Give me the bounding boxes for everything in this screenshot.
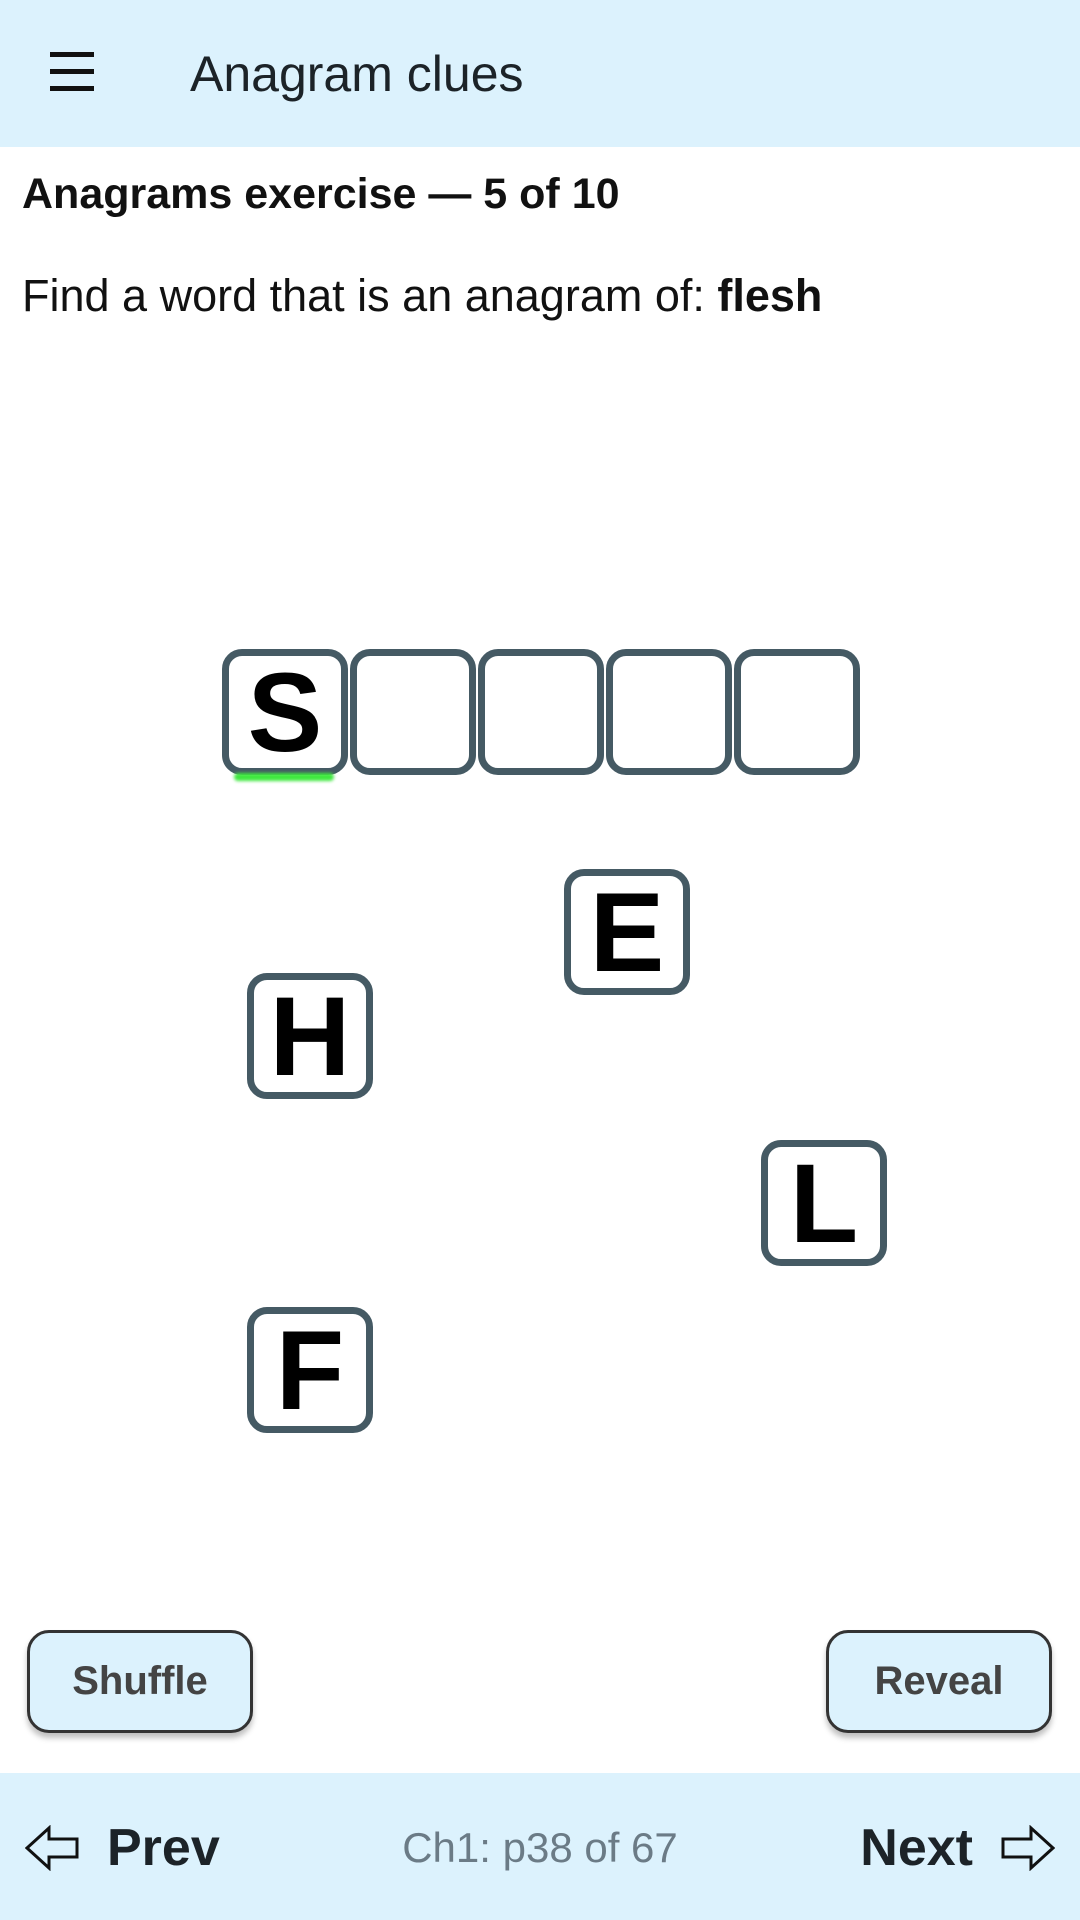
- app-title: Anagram clues: [190, 46, 524, 102]
- bottom-navigation: Prev Ch1: p38 of 67 Next: [0, 1773, 1080, 1920]
- letter-tile-f[interactable]: F: [247, 1307, 373, 1433]
- answer-slot-5[interactable]: [734, 649, 860, 775]
- shuffle-button[interactable]: Shuffle: [27, 1630, 253, 1733]
- answer-slot-2[interactable]: [350, 649, 476, 775]
- hamburger-menu-icon[interactable]: [46, 52, 100, 94]
- answer-slot-4[interactable]: [606, 649, 732, 775]
- exercise-prompt: Find a word that is an anagram of: flesh: [22, 268, 822, 324]
- active-slot-indicator: [234, 773, 334, 781]
- exercise-heading: Anagrams exercise — 5 of 10: [22, 170, 620, 218]
- letter-tile-l[interactable]: L: [761, 1140, 887, 1266]
- prompt-text: Find a word that is an anagram of:: [22, 270, 718, 321]
- reveal-button[interactable]: Reveal: [826, 1630, 1052, 1733]
- next-button[interactable]: Next: [860, 1813, 1055, 1883]
- letter-tile-e[interactable]: E: [564, 869, 690, 995]
- arrow-right-outline-icon: [1001, 1825, 1055, 1871]
- prompt-word: flesh: [717, 270, 823, 321]
- answer-slot-3[interactable]: [478, 649, 604, 775]
- next-label: Next: [860, 1819, 973, 1877]
- letter-tile-h[interactable]: H: [247, 973, 373, 1099]
- answer-slot-1[interactable]: S: [222, 649, 348, 775]
- app-bar: Anagram clues: [0, 0, 1080, 147]
